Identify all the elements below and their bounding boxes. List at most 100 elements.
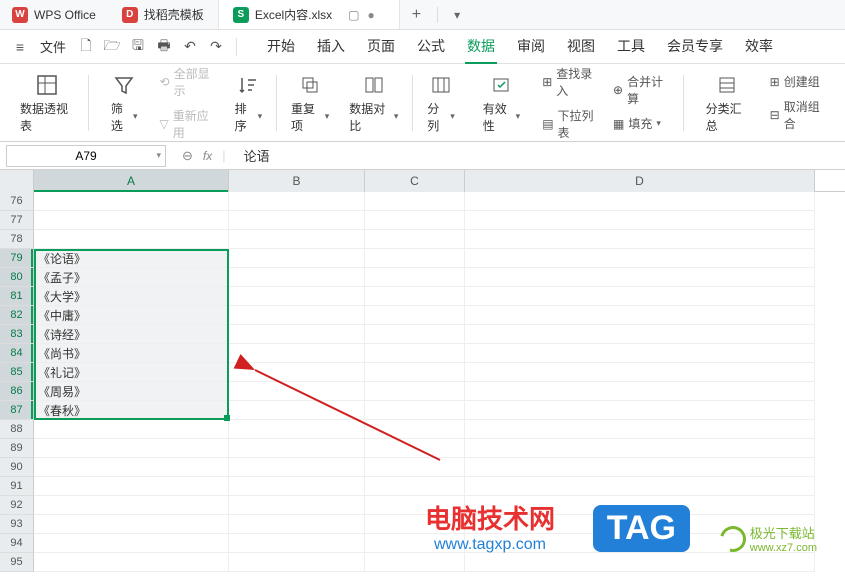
- cell[interactable]: [229, 268, 365, 287]
- cell[interactable]: [34, 477, 229, 496]
- row-header[interactable]: 78: [0, 230, 34, 249]
- cell[interactable]: [229, 477, 365, 496]
- row-header[interactable]: 91: [0, 477, 34, 496]
- fx-icon[interactable]: fx: [203, 149, 212, 163]
- new-tab-button[interactable]: +: [400, 6, 433, 24]
- row-header[interactable]: 92: [0, 496, 34, 515]
- row-header[interactable]: 82: [0, 306, 34, 325]
- menu-icon[interactable]: ≡: [8, 35, 32, 59]
- cell[interactable]: [465, 268, 815, 287]
- cell[interactable]: [465, 249, 815, 268]
- cell[interactable]: [34, 553, 229, 572]
- row-header[interactable]: 80: [0, 268, 34, 287]
- tab-start[interactable]: 开始: [265, 30, 297, 64]
- merge-calc-button[interactable]: ⊕合并计算: [609, 71, 671, 109]
- tab-review[interactable]: 审阅: [515, 30, 547, 64]
- cell[interactable]: 《春秋》: [34, 401, 229, 420]
- tab-data[interactable]: 数据: [465, 30, 497, 64]
- row-header[interactable]: 77: [0, 211, 34, 230]
- cell[interactable]: [465, 477, 815, 496]
- cell[interactable]: [229, 344, 365, 363]
- split-button[interactable]: 分列▾: [417, 64, 464, 141]
- sort-button[interactable]: 排序▾: [225, 64, 272, 141]
- tab-tools[interactable]: 工具: [615, 30, 647, 64]
- cell[interactable]: 《论语》: [34, 249, 229, 268]
- cell[interactable]: [365, 306, 465, 325]
- cell[interactable]: 《中庸》: [34, 306, 229, 325]
- cell[interactable]: [34, 192, 229, 211]
- cell[interactable]: [365, 344, 465, 363]
- cell[interactable]: [34, 496, 229, 515]
- cell[interactable]: 《孟子》: [34, 268, 229, 287]
- open-icon[interactable]: 🗁: [100, 35, 124, 59]
- cell[interactable]: [365, 268, 465, 287]
- cell[interactable]: [365, 382, 465, 401]
- cell[interactable]: [365, 192, 465, 211]
- row-header[interactable]: 93: [0, 515, 34, 534]
- tab-excel[interactable]: S Excel内容.xlsx ▢ ●: [219, 0, 400, 29]
- cell[interactable]: [229, 363, 365, 382]
- cell[interactable]: [365, 287, 465, 306]
- row-header[interactable]: 95: [0, 553, 34, 572]
- tab-formula[interactable]: 公式: [415, 30, 447, 64]
- cell[interactable]: [229, 401, 365, 420]
- cell[interactable]: [229, 287, 365, 306]
- new-icon[interactable]: 🗋: [74, 35, 98, 59]
- cell[interactable]: [365, 420, 465, 439]
- tab-page[interactable]: 页面: [365, 30, 397, 64]
- cell[interactable]: [34, 420, 229, 439]
- cell[interactable]: [34, 458, 229, 477]
- tab-effect[interactable]: 效率: [743, 30, 775, 64]
- row-header[interactable]: 89: [0, 439, 34, 458]
- fill-button[interactable]: ▦填充▾: [609, 113, 671, 134]
- cell[interactable]: [34, 439, 229, 458]
- cell[interactable]: [465, 306, 815, 325]
- lookup-button[interactable]: ⊞查找录入: [538, 63, 601, 101]
- row-header[interactable]: 81: [0, 287, 34, 306]
- cell[interactable]: [229, 534, 365, 553]
- row-header[interactable]: 94: [0, 534, 34, 553]
- row-header[interactable]: 79: [0, 249, 34, 268]
- col-header-d[interactable]: D: [465, 170, 815, 192]
- row-header[interactable]: 90: [0, 458, 34, 477]
- cell[interactable]: [365, 230, 465, 249]
- cell[interactable]: [465, 287, 815, 306]
- tab-min-icon[interactable]: ▢: [348, 8, 359, 22]
- cell[interactable]: [34, 515, 229, 534]
- row-header[interactable]: 76: [0, 192, 34, 211]
- col-header-b[interactable]: B: [229, 170, 365, 192]
- cell[interactable]: [465, 420, 815, 439]
- cell[interactable]: [465, 401, 815, 420]
- cell[interactable]: [465, 553, 815, 572]
- cell[interactable]: [365, 553, 465, 572]
- cell[interactable]: [365, 211, 465, 230]
- cell[interactable]: [365, 363, 465, 382]
- cell[interactable]: [229, 439, 365, 458]
- tab-menu-button[interactable]: ▾: [442, 8, 472, 22]
- cell[interactable]: [365, 401, 465, 420]
- undo-icon[interactable]: ↶: [178, 35, 202, 59]
- select-all-corner[interactable]: [0, 170, 34, 192]
- cell[interactable]: [365, 439, 465, 458]
- cell[interactable]: 《周易》: [34, 382, 229, 401]
- cell[interactable]: 《大学》: [34, 287, 229, 306]
- tab-member[interactable]: 会员专享: [665, 30, 725, 64]
- tab-dot-icon[interactable]: ●: [368, 8, 375, 22]
- cell[interactable]: [229, 211, 365, 230]
- col-header-a[interactable]: A: [34, 170, 229, 192]
- row-header[interactable]: 83: [0, 325, 34, 344]
- filter-button[interactable]: 筛选▾: [101, 64, 148, 141]
- row-header[interactable]: 85: [0, 363, 34, 382]
- cell[interactable]: [465, 211, 815, 230]
- cancel-icon[interactable]: ⊖: [182, 148, 193, 164]
- cell[interactable]: [229, 249, 365, 268]
- subtotal-button[interactable]: 分类汇总: [696, 64, 758, 141]
- compare-button[interactable]: 数据对比▾: [339, 64, 408, 141]
- cell[interactable]: [465, 344, 815, 363]
- cell[interactable]: [365, 458, 465, 477]
- cell[interactable]: [365, 325, 465, 344]
- cell[interactable]: [465, 192, 815, 211]
- cell[interactable]: [365, 477, 465, 496]
- formula-input[interactable]: 论语: [236, 146, 845, 165]
- row-header[interactable]: 88: [0, 420, 34, 439]
